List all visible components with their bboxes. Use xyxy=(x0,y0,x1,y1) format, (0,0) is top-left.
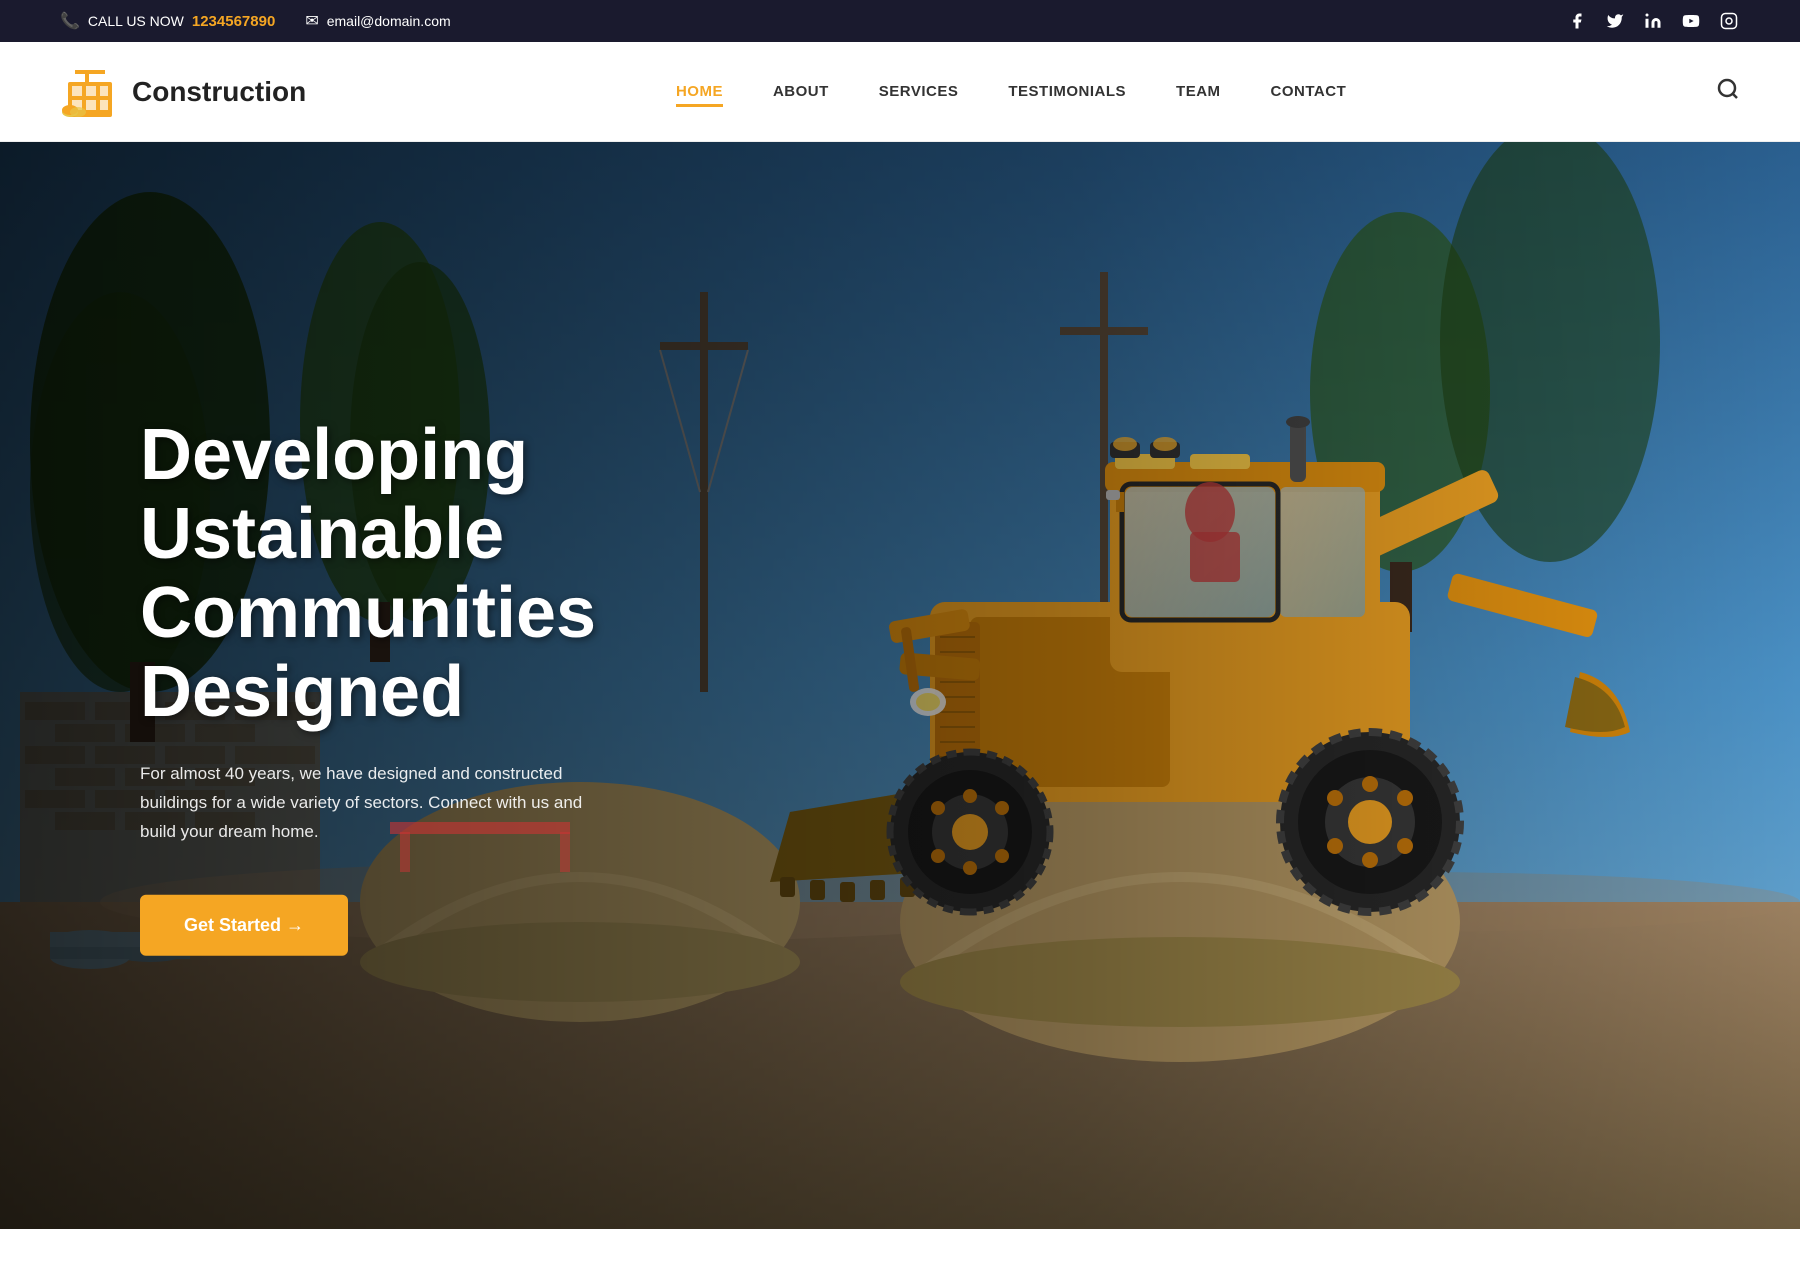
instagram-icon[interactable] xyxy=(1718,10,1740,32)
email-address[interactable]: email@domain.com xyxy=(327,13,451,29)
logo[interactable]: Construction xyxy=(60,64,306,119)
hero-section: Developing Ustainable Communities Design… xyxy=(0,142,1800,1229)
nav-item-contact[interactable]: CONTACT xyxy=(1271,83,1347,101)
phone-icon: 📞 xyxy=(60,11,80,31)
nav-item-home[interactable]: HOME xyxy=(676,83,723,101)
hero-title-line3: Communities xyxy=(140,573,596,653)
nav-link-team[interactable]: TEAM xyxy=(1176,83,1221,100)
facebook-icon[interactable] xyxy=(1566,10,1588,32)
nav-link-services[interactable]: SERVICES xyxy=(879,83,959,100)
nav-link-home[interactable]: HOME xyxy=(676,83,723,107)
nav-link-contact[interactable]: CONTACT xyxy=(1271,83,1347,100)
logo-icon xyxy=(60,64,120,119)
linkedin-icon[interactable] xyxy=(1642,10,1664,32)
hero-subtitle: For almost 40 years, we have designed an… xyxy=(140,760,620,847)
nav-item-testimonials[interactable]: TESTIMONIALS xyxy=(1008,83,1126,101)
nav-link-testimonials[interactable]: TESTIMONIALS xyxy=(1008,83,1126,100)
nav-menu: HOME ABOUT SERVICES TESTIMONIALS TEAM CO… xyxy=(676,83,1346,101)
hero-title-line4: Designed xyxy=(140,652,464,732)
search-icon[interactable] xyxy=(1716,77,1740,107)
hero-title: Developing Ustainable Communities Design… xyxy=(140,415,620,732)
get-started-button[interactable]: Get Started → xyxy=(140,895,348,956)
hero-title-line2: Ustainable xyxy=(140,493,504,573)
email-item: ✉ email@domain.com xyxy=(305,11,450,31)
hero-title-line1: Developing xyxy=(140,414,528,494)
nav-link-about[interactable]: ABOUT xyxy=(773,83,829,100)
nav-item-team[interactable]: TEAM xyxy=(1176,83,1221,101)
call-label: CALL US NOW xyxy=(88,13,184,29)
email-icon: ✉ xyxy=(305,11,318,31)
twitter-icon[interactable] xyxy=(1604,10,1626,32)
navbar: Construction HOME ABOUT SERVICES TESTIMO… xyxy=(0,42,1800,142)
youtube-icon[interactable] xyxy=(1680,10,1702,32)
nav-item-services[interactable]: SERVICES xyxy=(879,83,959,101)
phone-item: 📞 CALL US NOW 1234567890 xyxy=(60,11,275,31)
top-bar: 📞 CALL US NOW 1234567890 ✉ email@domain.… xyxy=(0,0,1800,42)
nav-item-about[interactable]: ABOUT xyxy=(773,83,829,101)
top-bar-contact: 📞 CALL US NOW 1234567890 ✉ email@domain.… xyxy=(60,11,451,31)
phone-number[interactable]: 1234567890 xyxy=(192,13,275,30)
social-links xyxy=(1566,10,1740,32)
hero-content: Developing Ustainable Communities Design… xyxy=(140,415,620,955)
logo-text: Construction xyxy=(132,76,306,108)
